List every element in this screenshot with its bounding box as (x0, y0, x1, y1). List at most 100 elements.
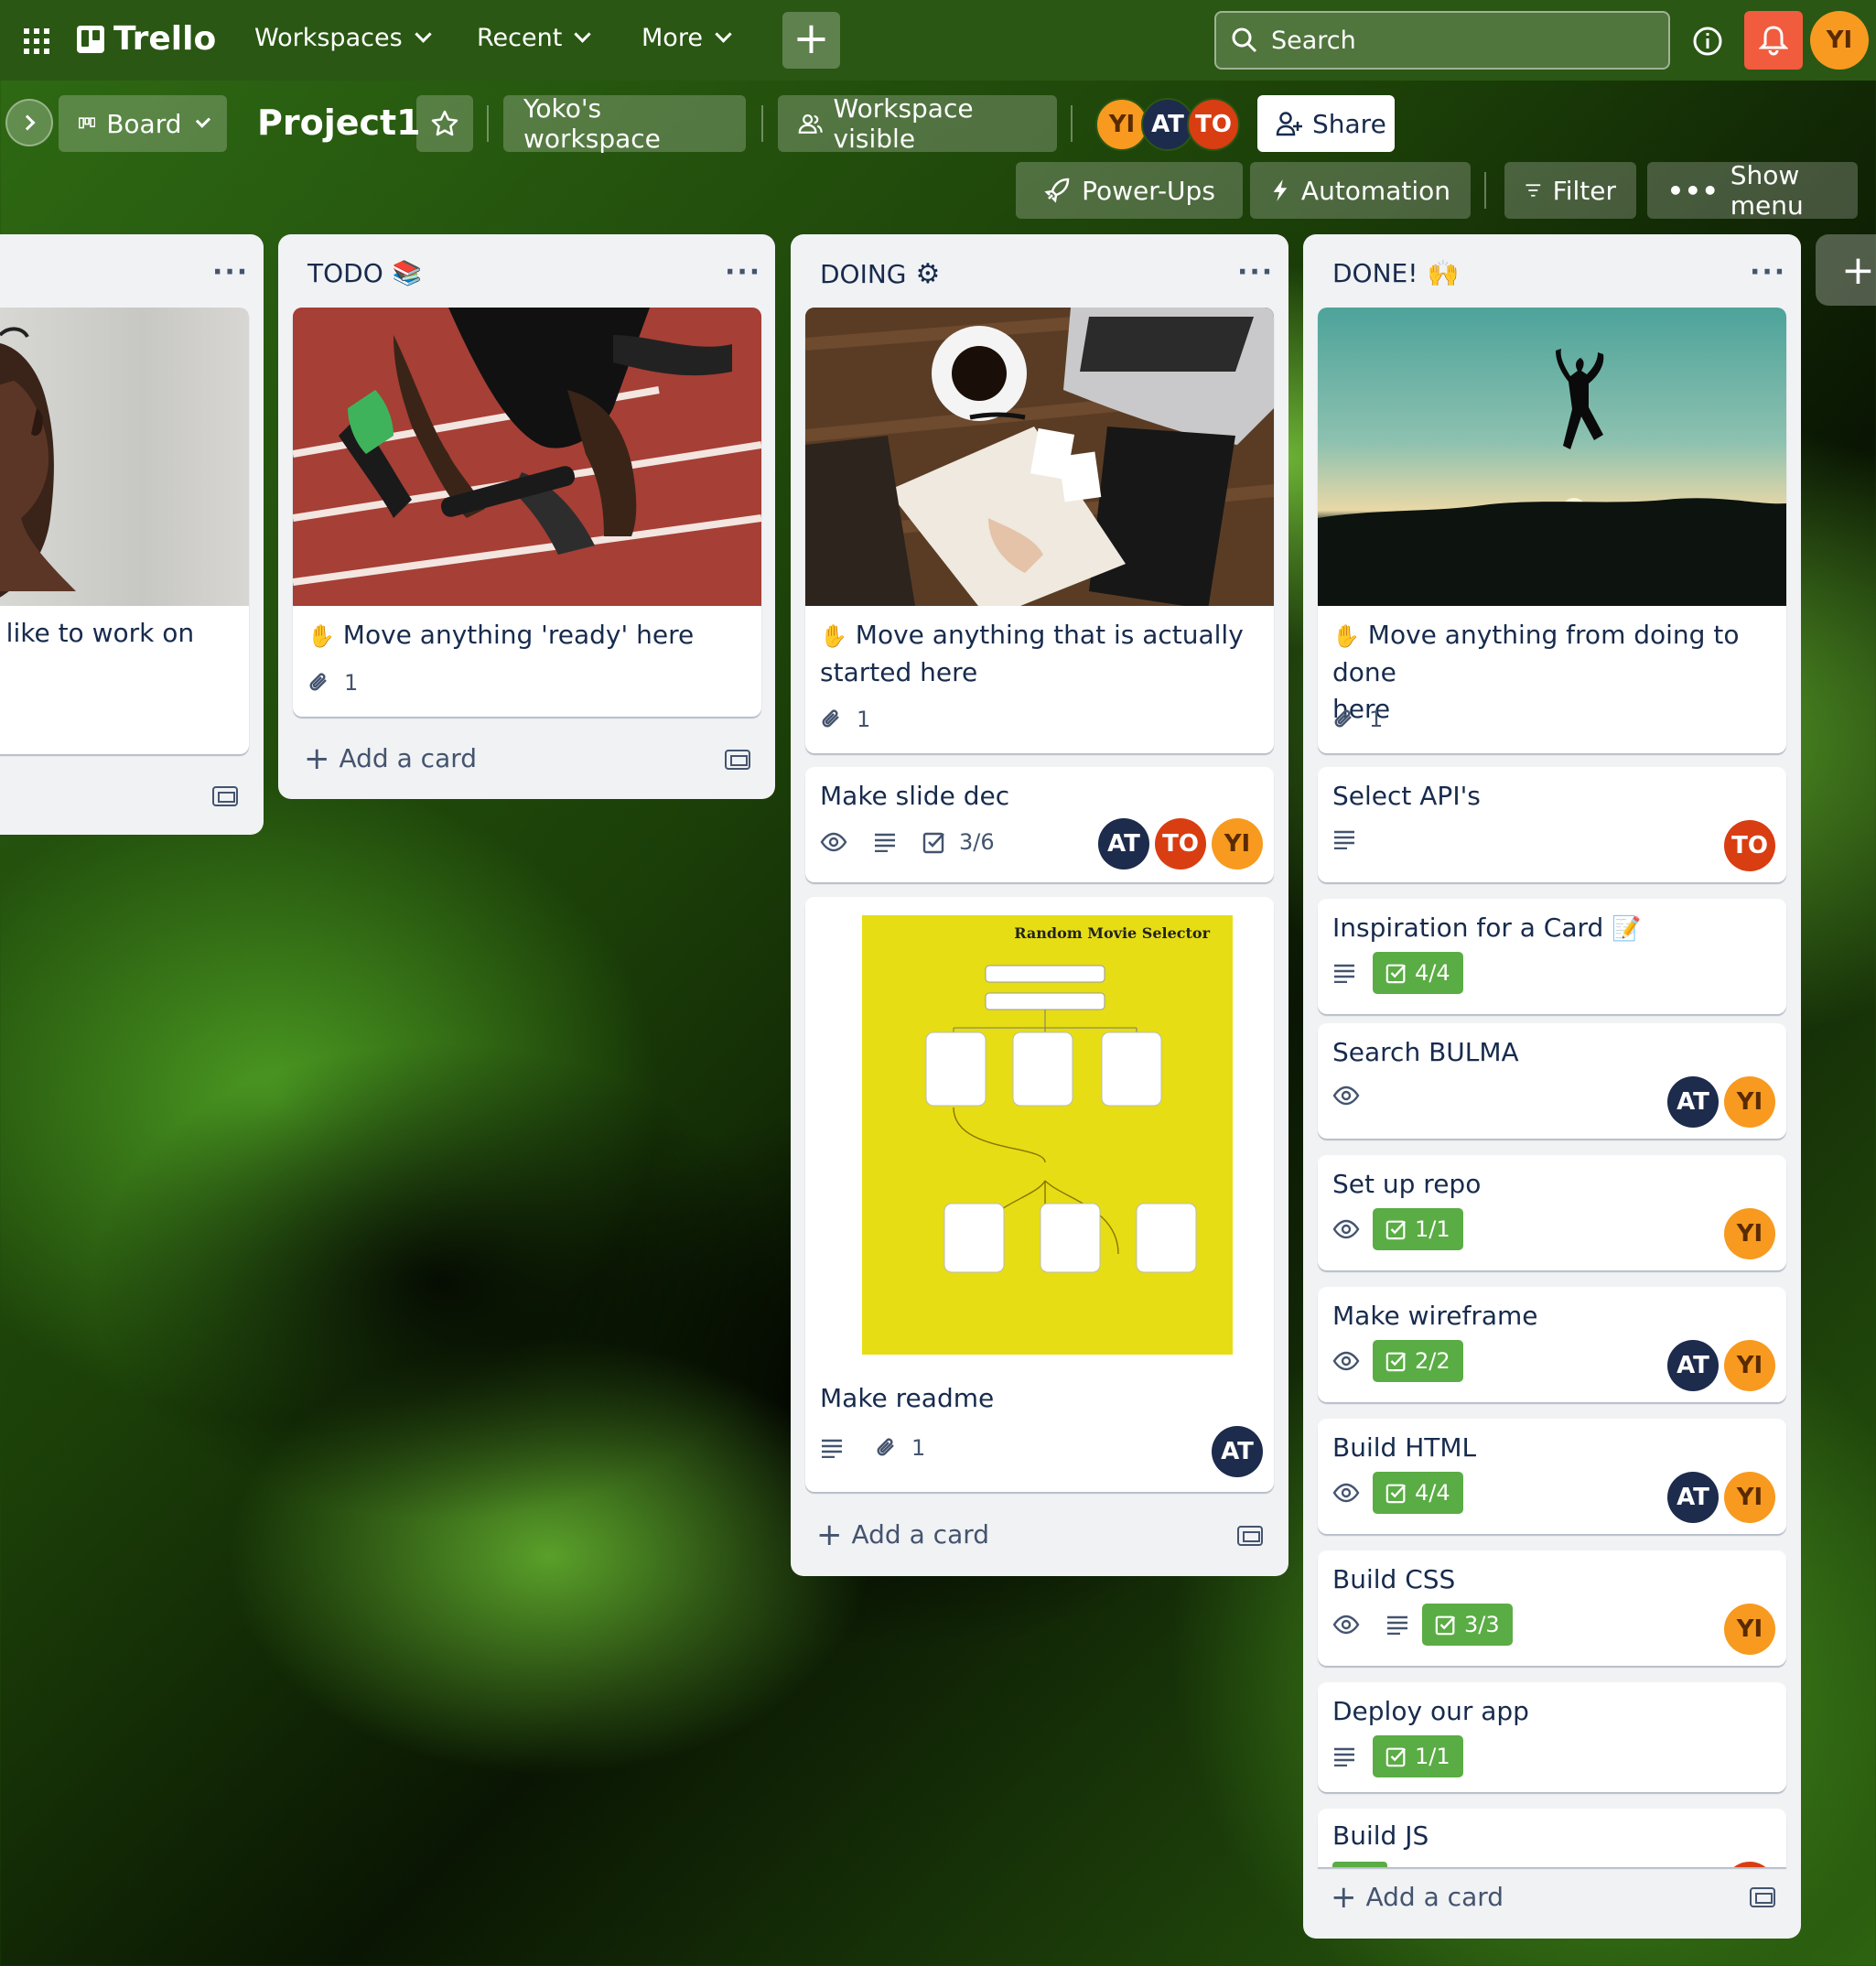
eye-icon (820, 832, 847, 852)
card[interactable]: Build HTML 4/4 AT YI (1318, 1419, 1786, 1534)
card[interactable]: Deploy our app 1/1 (1318, 1682, 1786, 1792)
create-button[interactable]: + (782, 12, 840, 69)
member-avatar[interactable]: YI (1212, 818, 1263, 870)
attachment-count: 1 (857, 707, 871, 732)
power-ups-button[interactable]: Power-Ups (1016, 162, 1243, 219)
create-from-template-icon[interactable] (1237, 1526, 1263, 1546)
board-view-switcher[interactable]: Board (59, 95, 227, 152)
checklist-icon (1435, 1615, 1456, 1636)
sidebar-expand-button[interactable] (5, 99, 53, 146)
jumping-person-illustration (1318, 349, 1786, 606)
checklist-complete-badge: 4/4 (1373, 1472, 1463, 1514)
divider (487, 105, 489, 142)
card[interactable]: Build CSS 3/3 YI (1318, 1550, 1786, 1666)
more-menu[interactable]: More (642, 24, 732, 52)
divider (761, 105, 763, 142)
member-avatar[interactable]: AT (1667, 1076, 1719, 1128)
bell-icon (1759, 26, 1788, 56)
add-card-button[interactable]: + Add a card (816, 1519, 989, 1550)
card[interactable]: d like to work on (0, 308, 249, 754)
notifications-button[interactable] (1744, 11, 1803, 70)
app-switcher-icon[interactable] (24, 28, 49, 54)
card[interactable]: ✋ Move anything 'ready' here 1 (293, 308, 761, 717)
member-avatar[interactable]: AT (1667, 1472, 1719, 1523)
create-from-template-icon[interactable] (212, 786, 238, 806)
add-card-button[interactable]: + Add a card (304, 743, 477, 774)
filter-button[interactable]: Filter (1504, 162, 1636, 219)
people-icon (798, 114, 823, 134)
card-badges: 1 (307, 670, 358, 696)
member-avatar[interactable]: YI (1724, 1604, 1775, 1655)
create-from-template-icon[interactable] (725, 750, 750, 770)
share-button[interactable]: Share (1257, 95, 1395, 152)
member-avatar[interactable]: AT (1212, 1426, 1263, 1477)
checklist-icon (1385, 1220, 1407, 1240)
star-board-button[interactable] (416, 95, 473, 152)
member-avatar[interactable]: YI (1724, 1208, 1775, 1259)
filter-label: Filter (1552, 175, 1616, 206)
member-avatar[interactable]: AT (1667, 1340, 1719, 1391)
card[interactable]: Select API's TO (1318, 767, 1786, 882)
visibility-button[interactable]: Workspace visible (778, 93, 1057, 154)
paperclip-icon (822, 709, 839, 728)
info-icon[interactable] (1692, 26, 1723, 57)
board-title[interactable]: Project1 (257, 103, 421, 143)
description-icon (822, 1439, 842, 1458)
card[interactable]: ✋ Move anything from doing to done here … (1318, 308, 1786, 753)
create-from-template-icon[interactable] (1750, 1887, 1775, 1907)
member-avatar[interactable]: TO (1155, 818, 1206, 870)
list-menu-icon[interactable]: ··· (725, 256, 761, 288)
card-badges: 3/6 (820, 829, 995, 855)
workspace-button[interactable]: Yoko's workspace (503, 93, 746, 154)
card-badges: 1 (820, 707, 870, 732)
list-title[interactable]: TODO 📚 (307, 258, 422, 288)
list-partial: ··· d like to work on (0, 234, 264, 835)
list-title-text: DOING (820, 259, 907, 289)
list-menu-icon[interactable]: ··· (1237, 256, 1274, 288)
attachment-count: 1 (344, 670, 359, 696)
share-label: Share (1312, 108, 1386, 139)
card-members: YI (1724, 1604, 1775, 1655)
wireframe-diagram (925, 965, 1197, 1273)
star-icon (431, 110, 458, 136)
recent-menu[interactable]: Recent (477, 24, 592, 52)
show-menu-button[interactable]: ••• Show menu (1647, 160, 1858, 221)
raised-hand-emoji-icon: ✋ (1332, 623, 1360, 649)
memo-emoji-icon: 📝 (1612, 915, 1642, 943)
add-list-button[interactable]: + (1816, 234, 1876, 306)
card[interactable]: Inspiration for a Card 📝 4/4 (1318, 899, 1786, 1014)
raised-hand-emoji-icon: ✋ (307, 623, 335, 649)
card[interactable]: Make wireframe 2/2 AT YI (1318, 1287, 1786, 1402)
plus-icon: + (1331, 1878, 1357, 1916)
card[interactable]: Set up repo 1/1 YI (1318, 1155, 1786, 1270)
card-badges: 2/2 (1332, 1340, 1463, 1382)
card[interactable]: Make slide dec 3/6 AT TO YI (805, 767, 1274, 882)
member-avatar[interactable]: AT (1098, 818, 1149, 870)
account-avatar[interactable]: YI (1810, 11, 1869, 70)
automation-label: Automation (1300, 175, 1450, 206)
card[interactable]: Search BULMA AT YI (1318, 1023, 1786, 1139)
checklist-complete-badge: 3/3 (1422, 1604, 1513, 1646)
list-title[interactable]: DOING ⚙ (820, 258, 940, 290)
workspaces-menu[interactable]: Workspaces (254, 24, 432, 52)
automation-button[interactable]: Automation (1250, 162, 1471, 219)
member-avatar[interactable]: YI (1724, 1472, 1775, 1523)
member-avatar[interactable]: TO (1724, 820, 1775, 871)
card-cover-image (805, 308, 1274, 606)
card[interactable]: Build JS (1318, 1809, 1786, 1867)
add-card-button[interactable]: + Add a card (1331, 1878, 1504, 1916)
member-avatar[interactable]: YI (1724, 1076, 1775, 1128)
card[interactable]: ✋ Move anything that is actually started… (805, 308, 1274, 753)
list-menu-icon[interactable]: ··· (212, 256, 249, 288)
wireframe-poster: Random Movie Selector (862, 915, 1233, 1355)
member-avatar[interactable]: TO (1187, 98, 1240, 151)
search-input[interactable]: Search (1214, 11, 1670, 70)
card[interactable]: Random Movie Selector Make readme 1 AT (805, 897, 1274, 1492)
plus-icon: + (816, 1516, 843, 1553)
board-members: YI AT TO (1095, 98, 1240, 151)
trello-logo[interactable]: Trello (77, 20, 216, 58)
card-title: ✋ Move anything that is actually started… (820, 617, 1244, 691)
list-menu-icon[interactable]: ··· (1750, 256, 1786, 288)
list-title[interactable]: DONE! 🙌 (1332, 258, 1459, 288)
member-avatar[interactable]: YI (1724, 1340, 1775, 1391)
